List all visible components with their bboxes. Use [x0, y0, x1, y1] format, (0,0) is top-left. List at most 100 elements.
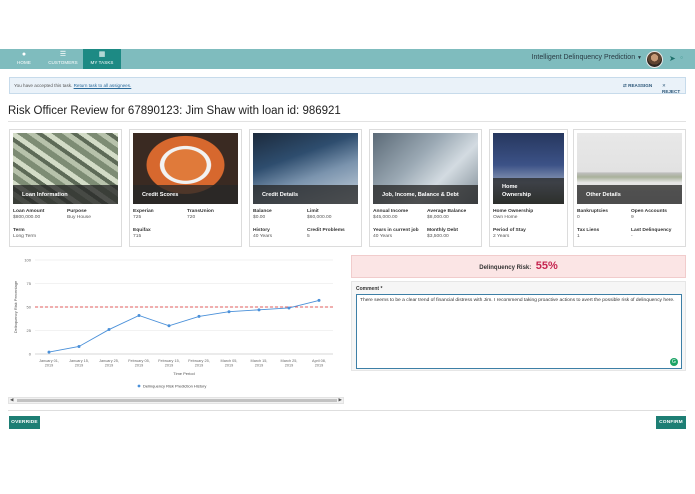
- grammar-check-icon[interactable]: G: [670, 358, 678, 366]
- field-equifax: Equifax 715: [133, 228, 151, 239]
- house-image: Home Ownership: [493, 133, 564, 204]
- y-tick-label: 100: [24, 258, 31, 263]
- data-point: [287, 306, 291, 310]
- top-navigation-bar: ● HOME ☰ CUSTOMERS ▦ MY TASKS Intelligen…: [0, 49, 695, 69]
- chart-svg: 0 25 50 75 100 January 01, 2019 January 15, 2019…: [13, 258, 333, 389]
- field-history: History 40 Years: [253, 228, 273, 239]
- y-axis-title: Delinquency Risk Percentage: [13, 280, 18, 333]
- tasks-icon: ▦: [98, 51, 106, 58]
- data-point: [227, 310, 231, 314]
- x-tick-label: March 25, 2019: [281, 359, 298, 368]
- x-tick-label: January 15, 2019: [69, 359, 89, 368]
- nav-tab-customers[interactable]: ☰ CUSTOMERS: [44, 49, 82, 69]
- field-years-in-job: Years in current job 40 Years: [373, 228, 419, 239]
- scroll-left-icon[interactable]: ◀: [10, 397, 13, 403]
- y-tick-label: 50: [27, 305, 32, 310]
- user-avatar[interactable]: [646, 51, 663, 68]
- reassign-button[interactable]: ⇄ REASSIGN: [623, 83, 652, 89]
- delinquency-risk-panel: Delinquency Risk: 55%: [351, 255, 686, 278]
- confirm-button[interactable]: CONFIRM: [656, 416, 686, 429]
- money-image: Loan Information: [13, 133, 118, 204]
- data-point: [77, 344, 81, 348]
- risk-history-chart: 0 25 50 75 100 January 01, 2019 January 15, 2019…: [8, 255, 344, 398]
- x-tick-label: April 08, 2019: [312, 359, 326, 368]
- legend-label: Delinquency Risk Prediction History: [143, 384, 206, 389]
- nav-tab-home[interactable]: ● HOME: [5, 49, 43, 69]
- app-root: ● HOME ☰ CUSTOMERS ▦ MY TASKS Intelligen…: [0, 0, 695, 494]
- card-credit-details: Credit Details Balance $0.00 Limit $60,000…: [249, 129, 362, 247]
- card-loan-information: Loan Information Loan Amount $800,000.00 …: [9, 129, 122, 247]
- card-title: Credit Details: [262, 192, 299, 198]
- send-icon[interactable]: ➤: [669, 54, 676, 63]
- x-tick-label: February 15, 2019: [158, 359, 180, 368]
- card-title: Credit Scores: [142, 192, 179, 198]
- data-point: [107, 328, 111, 332]
- return-task-link[interactable]: Return task to all assignees.: [74, 83, 132, 88]
- card-credit-scores: Credit Scores Experian 725 TransUnion 720 …: [129, 129, 242, 247]
- field-term: Term Long Term: [13, 228, 37, 239]
- list-icon: ☰: [59, 51, 67, 58]
- laptop-image: Job, Income, Balance & Debt: [373, 133, 478, 204]
- app-title-menu[interactable]: Intelligent Delinquency Prediction ▼: [532, 54, 642, 61]
- scrollbar-thumb[interactable]: [17, 399, 337, 402]
- scroll-right-icon[interactable]: ▶: [339, 397, 342, 403]
- x-tick-label: January 01, 2019: [39, 359, 59, 368]
- x-axis-title: Time Period: [173, 371, 194, 376]
- series-line: [48, 299, 320, 353]
- reassign-icon: ⇄: [623, 83, 627, 88]
- y-tick-label: 0: [29, 352, 32, 357]
- comment-panel: Comment * There seems to be a clear tren…: [351, 281, 686, 371]
- data-point: [317, 298, 321, 302]
- risk-value: 55%: [535, 260, 558, 272]
- field-credit-problems: Credit Problems 5: [307, 228, 345, 239]
- card-job-income: Job, Income, Balance & Debt Annual Incom…: [369, 129, 482, 247]
- card-other-details: Other Details Bankruptcies 0 Open Account…: [573, 129, 686, 247]
- x-tick-label: February 25, 2019: [188, 359, 210, 368]
- chart-scrollbar[interactable]: ◀ ▶: [8, 397, 344, 404]
- data-point: [197, 314, 201, 318]
- field-purpose: Purpose Buy House: [67, 209, 91, 220]
- card-title: Job, Income, Balance & Debt: [382, 192, 459, 198]
- caret-down-icon: ▼: [637, 55, 642, 61]
- field-transunion: TransUnion 720: [187, 209, 214, 220]
- y-tick-label: 25: [27, 328, 32, 333]
- data-point: [47, 350, 51, 354]
- legend-marker: [137, 384, 141, 388]
- field-open-accounts: Open Accounts 9: [631, 209, 667, 220]
- field-limit: Limit $60,000.00: [307, 209, 332, 220]
- field-experian: Experian 725: [133, 209, 154, 220]
- close-icon: ✕: [662, 83, 666, 88]
- credit-card-image: Credit Details: [253, 133, 358, 204]
- y-tick-label: 75: [27, 281, 32, 286]
- task-notice: You have accepted this task. Return task…: [9, 77, 686, 94]
- field-bankruptcies: Bankruptcies 0: [577, 209, 608, 220]
- credit-score-meter-image: Credit Scores: [133, 133, 238, 204]
- comment-textarea[interactable]: There seems to be a clear trend of finan…: [356, 294, 682, 369]
- field-balance: Balance $0.00: [253, 209, 272, 220]
- field-monthly-debt: Monthly Debt $3,500.00: [427, 228, 458, 239]
- page-title: Risk Officer Review for 67890123: Jim Sh…: [8, 105, 341, 117]
- nav-tab-my-tasks[interactable]: ▦ MY TASKS: [83, 49, 121, 69]
- card-home-ownership: Home Ownership Home Ownership Own Home Pe…: [489, 129, 568, 247]
- card-title: Home Ownership: [502, 184, 531, 198]
- x-tick-label: January 25, 2019: [99, 359, 119, 368]
- data-point: [137, 313, 141, 317]
- field-period-of-stay: Period of Stay 2 Years: [493, 228, 526, 239]
- reject-button[interactable]: ✕ REJECT: [662, 83, 685, 94]
- comment-label: Comment *: [356, 286, 383, 292]
- override-button[interactable]: OVERRIDE: [9, 416, 40, 429]
- field-last-delinquency: Last Delinquency -: [631, 228, 672, 239]
- x-tick-label: March 15, 2019: [251, 359, 268, 368]
- data-point: [167, 324, 171, 328]
- divider: [8, 121, 686, 122]
- field-annual-income: Annual Income $45,000.00: [373, 209, 409, 220]
- x-tick-label: March 05, 2019: [221, 359, 238, 368]
- field-average-balance: Average Balance $8,000.00: [427, 209, 467, 220]
- card-title: Loan Information: [22, 192, 68, 198]
- person-icon: ●: [21, 51, 27, 58]
- data-point: [257, 308, 261, 312]
- notification-icon[interactable]: ○: [680, 55, 683, 61]
- card-title: Other Details: [586, 192, 621, 198]
- x-tick-label: February 05, 2019: [128, 359, 150, 368]
- dollar-bill-image: Other Details: [577, 133, 682, 204]
